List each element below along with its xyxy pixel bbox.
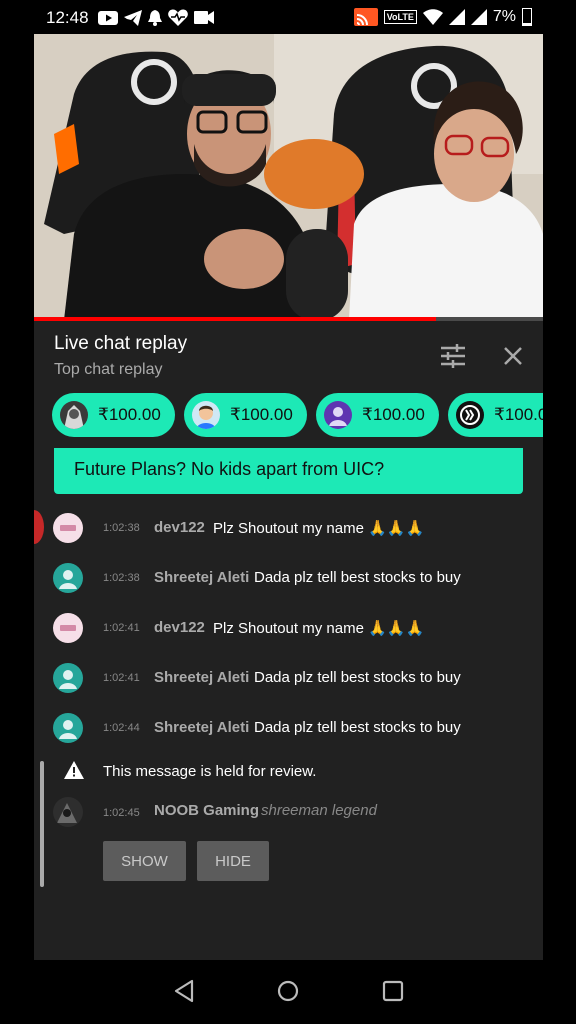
avatar <box>53 563 83 593</box>
video-frame <box>34 34 543 320</box>
super-chat-amount: ₹100.00 <box>494 405 543 424</box>
chat-message[interactable]: 1:02:41 Shreetej Aleti Dada plz tell bes… <box>34 663 543 693</box>
super-chat-chip[interactable]: ₹100.00 <box>52 393 175 437</box>
youtube-icon <box>98 10 118 25</box>
hide-button[interactable]: HIDE <box>197 841 269 881</box>
status-bar: 12:48 VoLTE 7% <box>0 0 576 34</box>
signal-icon <box>448 9 465 25</box>
message-text: Dada plz tell best stocks to buy <box>254 569 461 586</box>
pinned-super-chat[interactable]: Future Plans? No kids apart from UIC? <box>54 448 523 494</box>
battery-percent: 7% <box>492 8 516 25</box>
super-chat-amount: ₹100.00 <box>230 405 293 424</box>
chat-message[interactable]: 1:02:41 dev122 Plz Shoutout my name 🙏🙏🙏 <box>34 613 543 643</box>
telegram-icon <box>124 9 142 26</box>
super-chat-amount: ₹100.00 <box>98 405 161 424</box>
system-nav-bar <box>0 960 576 1024</box>
super-chat-chip[interactable]: ₹100.00 <box>184 393 307 437</box>
message-timestamp: 1:02:41 <box>103 672 140 684</box>
health-heart-icon <box>168 9 188 26</box>
message-timestamp: 1:02:45 <box>103 807 140 819</box>
message-author[interactable]: dev122 <box>154 619 205 636</box>
message-text: Plz Shoutout my name 🙏🙏🙏 <box>213 620 425 637</box>
sliders-icon[interactable] <box>440 343 466 369</box>
video-camera-icon <box>194 11 214 24</box>
message-timestamp: 1:02:44 <box>103 722 140 734</box>
warning-icon <box>64 761 84 779</box>
default-avatar <box>324 401 352 429</box>
message-text: Dada plz tell best stocks to buy <box>254 719 461 736</box>
super-chat-chip[interactable]: ₹100.00 <box>448 393 543 437</box>
avatar <box>53 797 83 827</box>
live-chat-panel: Live chat replay Top chat replay ₹100.00… <box>34 321 543 960</box>
avatar <box>53 513 83 543</box>
held-for-review-notice: This message is held for review. <box>103 763 317 780</box>
chat-mode-dropdown[interactable]: Top chat replay <box>54 361 163 379</box>
notification-bell-icon <box>148 9 162 26</box>
chat-message[interactable]: 1:02:38 Shreetej Aleti Dada plz tell bes… <box>34 563 543 593</box>
chat-message[interactable]: 1:02:44 Shreetej Aleti Dada plz tell bes… <box>34 713 543 743</box>
super-chat-chip[interactable]: ₹100.00 <box>316 393 439 437</box>
video-player[interactable] <box>34 34 543 320</box>
status-time: 12:48 <box>46 8 89 27</box>
super-chat-amount: ₹100.00 <box>362 405 425 424</box>
super-chat-ticker: ₹100.00 ₹100.00 ₹100.00 ₹100.00 <box>52 393 543 439</box>
back-icon[interactable] <box>172 978 198 1004</box>
chat-title: Live chat replay <box>54 333 188 354</box>
message-author: NOOB Gaming <box>154 802 260 819</box>
chat-message[interactable]: 1:02:38 dev122 Plz Shoutout my name 🙏🙏🙏 <box>34 513 543 543</box>
anime-avatar <box>60 401 88 429</box>
signal-icon-2 <box>470 9 487 25</box>
cast-icon <box>353 8 378 26</box>
battery-icon <box>522 8 532 26</box>
message-author[interactable]: Shreetej Aleti <box>154 569 249 586</box>
message-timestamp: 1:02:38 <box>103 522 140 534</box>
message-timestamp: 1:02:38 <box>103 572 140 584</box>
message-author[interactable]: Shreetej Aleti <box>154 719 249 736</box>
message-timestamp: 1:02:41 <box>103 622 140 634</box>
recents-icon[interactable] <box>380 978 406 1004</box>
home-icon[interactable] <box>275 978 301 1004</box>
message-text: Plz Shoutout my name 🙏🙏🙏 <box>213 520 425 537</box>
avatar <box>53 713 83 743</box>
avatar <box>53 613 83 643</box>
volte-badge: VoLTE <box>383 10 417 24</box>
close-icon[interactable] <box>502 345 524 367</box>
message-text: shreeman legend <box>261 802 377 819</box>
steem-logo-avatar <box>456 401 484 429</box>
pinned-message-text: Future Plans? No kids apart from UIC? <box>74 459 385 479</box>
avatar <box>53 663 83 693</box>
message-author[interactable]: dev122 <box>154 519 205 536</box>
show-button[interactable]: SHOW <box>103 841 186 881</box>
message-text: Dada plz tell best stocks to buy <box>254 669 461 686</box>
wifi-icon <box>422 9 443 25</box>
message-author[interactable]: Shreetej Aleti <box>154 669 249 686</box>
boy-avatar <box>192 401 220 429</box>
